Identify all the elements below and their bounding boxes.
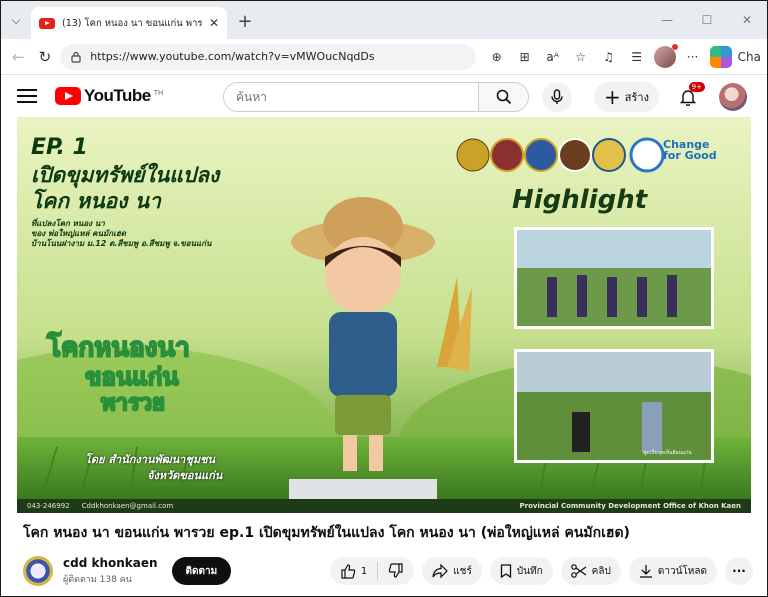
tab-close-icon[interactable]: ✕ [209, 16, 219, 30]
thumb-episode: EP. 1 [31, 135, 88, 160]
subscriber-count: ผู้ติดตาม 138 คน [63, 575, 132, 585]
url-text: https://www.youtube.com/watch?v=vMWOucNq… [90, 50, 375, 63]
notification-count-badge: 9+ [688, 82, 705, 92]
share-button[interactable]: แชร์ [422, 557, 482, 585]
youtube-logo[interactable]: YouTube TH [55, 86, 163, 106]
channel-info: cdd khonkaen ผู้ติดตาม 138 คน [63, 556, 158, 586]
reload-icon[interactable]: ↻ [34, 45, 57, 69]
video-actions: 1 แชร์ บันทึก คลิป ดาวน์โหลด ··· [329, 557, 753, 585]
download-label: ดาวน์โหลด [657, 565, 707, 577]
thumb-subline-3: บ้านโนนฝางาม ม.12 ต.สีชมพู อ.สีชมพู จ.ขอ… [31, 239, 212, 248]
maximize-icon[interactable]: ☐ [687, 13, 727, 27]
thumb-logo-line-3: พารวย [100, 390, 166, 417]
browser-tabstrip: ⌵ (13) โคก หนอง นา ขอนแก่น พารวย ep ✕ + … [1, 1, 767, 39]
channel-name[interactable]: cdd khonkaen [63, 556, 158, 570]
more-menu-icon[interactable]: ··· [682, 46, 704, 68]
footer-email: Cddkhonkaen@gmail.com [81, 502, 174, 510]
profile-avatar-icon[interactable] [653, 43, 678, 68]
save-button[interactable]: บันทึก [489, 557, 553, 585]
search-button[interactable] [478, 83, 528, 111]
tab-list-chevron-icon[interactable]: ⌵ [1, 5, 31, 35]
save-label: บันทึก [516, 565, 543, 577]
video-meta-row: cdd khonkaen ผู้ติดตาม 138 คน ติดตาม 1 แ… [23, 554, 753, 588]
address-tools: ⊕ ⊞ aᴬ ☆ ♫ ☰ ··· Cha [486, 43, 761, 68]
video-title: โคก หนอง นา ขอนแก่น พารวย ep.1 เปิดขุมทร… [23, 525, 630, 541]
plus-icon: + [604, 85, 621, 109]
download-button[interactable]: ดาวน์โหลด [628, 557, 717, 585]
change-for-good-logo: Change for Good [663, 138, 717, 162]
read-aloud-icon[interactable]: aᴬ [542, 46, 564, 68]
thumb-highlight: Highlight [512, 185, 648, 215]
extensions-icon[interactable]: ♫ [598, 46, 620, 68]
copilot-label[interactable]: Cha [738, 46, 761, 68]
window-controls: — ☐ ✕ [647, 1, 767, 39]
copilot-icon[interactable] [709, 45, 732, 68]
share-label: แชร์ [453, 565, 472, 577]
subscribe-button[interactable]: ติดตาม [171, 557, 232, 585]
download-icon [639, 565, 652, 578]
more-actions-button[interactable]: ··· [725, 557, 753, 585]
youtube-wordmark: YouTube [84, 86, 151, 105]
clip-label: คลิป [591, 565, 611, 577]
window-close-icon[interactable]: ✕ [727, 13, 767, 27]
tab-title: (13) โคก หนอง นา ขอนแก่น พารวย ep [62, 17, 202, 29]
footer-org: Provincial Community Development Office … [519, 502, 742, 510]
footer-phone: 043-246992 [27, 502, 70, 510]
photo-caption: พูดเป็นจุดเห็นฮ้อนแก่น [643, 450, 692, 456]
scissors-icon [570, 564, 587, 578]
favorite-star-icon[interactable]: ☆ [570, 46, 592, 68]
share-icon [432, 564, 449, 578]
notifications-button[interactable]: 9+ [673, 82, 705, 110]
thumb-footer-bar: 043-246992 Cddkhonkaen@gmail.com Provinc… [17, 499, 751, 513]
search-icon [496, 89, 511, 105]
apps-icon[interactable]: ⊞ [514, 46, 536, 68]
thumb-org-line-2: จังหวัดขอนแก่น [147, 469, 223, 482]
video-player[interactable]: EP. 1 เปิดขุมทรัพย์ในแปลง โคก หนอง นา ที… [17, 117, 751, 513]
thumbs-up-icon [341, 564, 356, 579]
voice-search-button[interactable] [542, 82, 572, 112]
create-label: สร้าง [624, 91, 649, 104]
minimize-icon[interactable]: — [647, 13, 687, 27]
more-horizontal-icon: ··· [732, 564, 746, 578]
thumb-headline-2: โคก หนอง นา [31, 189, 161, 213]
account-avatar[interactable] [719, 83, 747, 111]
dislike-button[interactable] [378, 563, 414, 579]
search-input[interactable] [224, 83, 478, 111]
new-tab-button[interactable]: + [231, 7, 259, 35]
youtube-play-logo-icon [55, 87, 81, 105]
like-button[interactable]: 1 [330, 562, 379, 580]
microphone-icon [551, 89, 563, 104]
youtube-favicon-icon [39, 17, 55, 29]
bookmark-icon [500, 564, 511, 578]
search-box [223, 82, 529, 112]
channel-avatar[interactable] [23, 556, 53, 586]
create-button[interactable]: + สร้าง [594, 82, 659, 112]
back-arrow-icon[interactable]: ← [7, 45, 30, 69]
region-code: TH [153, 89, 164, 97]
menu-hamburger-icon[interactable] [17, 89, 37, 103]
translate-icon[interactable]: ⊕ [486, 46, 508, 68]
like-count: 1 [360, 565, 368, 577]
url-field[interactable]: https://www.youtube.com/watch?v=vMWOucNq… [60, 43, 476, 70]
like-dislike-group: 1 [329, 557, 415, 585]
favorites-list-icon[interactable]: ☰ [626, 46, 648, 68]
thumbs-down-icon [388, 563, 403, 578]
lock-icon[interactable] [70, 51, 82, 63]
browser-tab[interactable]: (13) โคก หนอง นา ขอนแก่น พารวย ep ✕ [31, 7, 227, 39]
clip-button[interactable]: คลิป [560, 557, 621, 585]
youtube-header: YouTube TH + สร้าง 9+ [1, 76, 767, 116]
address-bar-row: ← ↻ https://www.youtube.com/watch?v=vMWO… [1, 39, 767, 75]
